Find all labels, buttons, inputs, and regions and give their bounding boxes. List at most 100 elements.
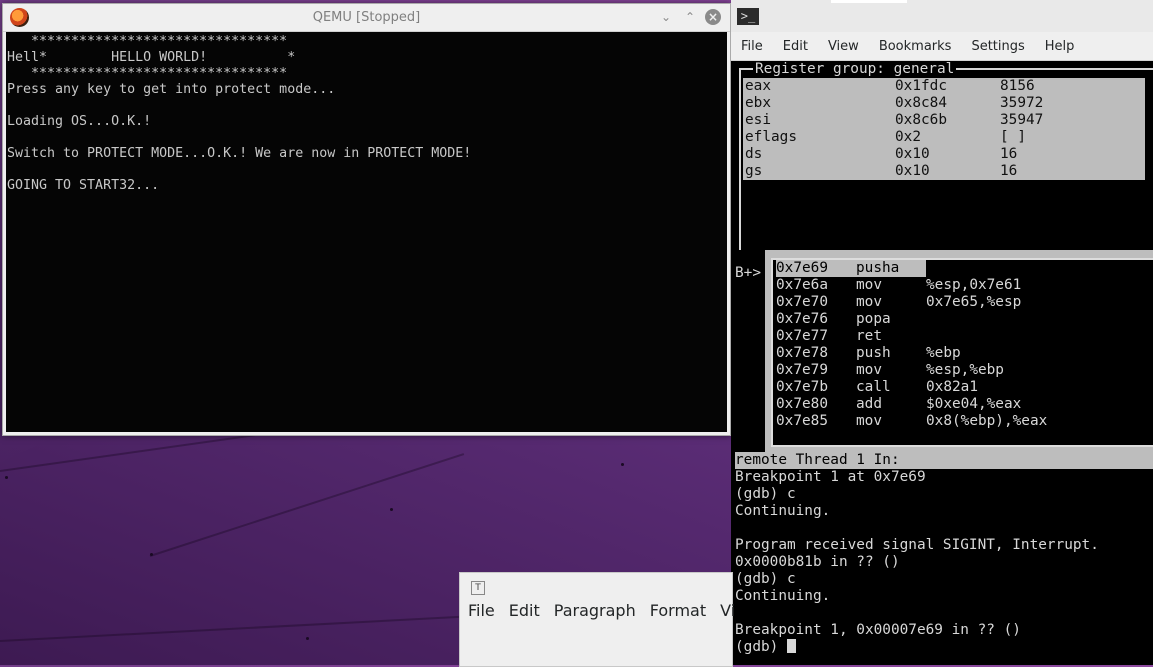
- register-name: gs: [745, 163, 763, 179]
- register-row: ds 0x10 16: [743, 146, 1145, 163]
- menu-file[interactable]: File: [731, 39, 773, 54]
- register-hex: 0x2: [895, 129, 921, 145]
- text-cursor: [786, 639, 796, 653]
- register-name: eflags: [745, 129, 797, 145]
- console-line: Program received signal SIGINT, Interrup…: [735, 537, 1099, 553]
- menu-bookmarks[interactable]: Bookmarks: [869, 39, 962, 54]
- editor-menu-file[interactable]: File: [468, 601, 509, 620]
- asm-opcode: mov: [856, 362, 882, 378]
- maximize-icon[interactable]: ⌃: [682, 9, 698, 25]
- asm-row: 0x7e85 mov 0x8(%ebp),%eax: [773, 413, 1153, 430]
- menu-edit[interactable]: Edit: [773, 39, 818, 54]
- asm-opcode: mov: [856, 413, 882, 429]
- vm-console-text: ******************************** Hell* H…: [7, 34, 472, 193]
- asm-operands: 0x82a1: [926, 379, 978, 395]
- close-icon[interactable]: ×: [705, 9, 721, 25]
- editor-titlebar[interactable]: T: [460, 573, 732, 601]
- menu-help[interactable]: Help: [1035, 39, 1085, 54]
- desktop-dot: [621, 463, 624, 466]
- terminal-tab-indicator: [831, 0, 907, 3]
- asm-address: 0x7e7b: [776, 379, 828, 395]
- asm-address: 0x7e76: [776, 311, 828, 327]
- asm-opcode: call: [856, 379, 891, 395]
- editor-menubar: File Edit Paragraph Format Vi: [460, 601, 735, 620]
- breakpoint-marker: B+>: [735, 265, 761, 281]
- status-line: remote Thread 1 In:: [735, 452, 1153, 469]
- console-line: 0x0000b81b in ?? (): [735, 554, 900, 570]
- asm-opcode: pusha: [856, 260, 900, 276]
- register-hex: 0x8c84: [895, 95, 947, 111]
- register-row: gs 0x10 16: [743, 163, 1145, 180]
- asm-operands: 0x8(%ebp),%eax: [926, 413, 1048, 429]
- minimize-icon[interactable]: ⌄: [658, 9, 674, 25]
- desktop-dot: [306, 637, 309, 640]
- asm-row: 0x7e6a mov %esp,0x7e61: [773, 277, 1153, 294]
- asm-operands: %esp,0x7e61: [926, 277, 1022, 293]
- editor-menu-view[interactable]: Vi: [720, 601, 749, 620]
- qemu-window[interactable]: QEMU [Stopped] ⌄ ⌃ × *******************…: [2, 3, 731, 436]
- editor-menu-paragraph[interactable]: Paragraph: [554, 601, 650, 620]
- console-line: (gdb) c: [735, 571, 796, 587]
- asm-row: 0x7e79 mov %esp,%ebp: [773, 362, 1153, 379]
- asm-row: 0x7e78 push %ebp: [773, 345, 1153, 362]
- register-row: ebx 0x8c84 35972: [743, 95, 1145, 112]
- desktop-line: [0, 615, 460, 642]
- menu-view[interactable]: View: [818, 39, 869, 54]
- terminal-menubar: File Edit View Bookmarks Settings Help: [731, 32, 1153, 61]
- editor-menu-format[interactable]: Format: [650, 601, 720, 620]
- register-row: eax 0x1fdc 8156: [743, 78, 1145, 95]
- asm-address: 0x7e6a: [776, 277, 828, 293]
- vm-display[interactable]: ******************************** Hell* H…: [6, 32, 727, 432]
- qemu-titlebar[interactable]: QEMU [Stopped] ⌄ ⌃ ×: [3, 4, 730, 32]
- asm-address: 0x7e70: [776, 294, 828, 310]
- register-dec: 16: [1000, 163, 1018, 179]
- register-dec: 8156: [1000, 78, 1035, 94]
- terminal-titlebar[interactable]: >_: [731, 0, 1153, 32]
- asm-opcode: push: [856, 345, 891, 361]
- asm-address: 0x7e78: [776, 345, 828, 361]
- register-dec: 35947: [1000, 112, 1044, 128]
- text-editor-icon: T: [471, 581, 485, 595]
- register-name: esi: [745, 112, 771, 128]
- asm-opcode: mov: [856, 294, 882, 310]
- terminal-window[interactable]: >_ File Edit View Bookmarks Settings Hel…: [731, 0, 1153, 665]
- console-line: Breakpoint 1 at 0x7e69: [735, 469, 926, 485]
- asm-operands: %ebp: [926, 345, 961, 361]
- text-editor-window[interactable]: T File Edit Paragraph Format Vi: [459, 572, 735, 667]
- asm-row: 0x7e76 popa: [773, 311, 1153, 328]
- terminal-icon: >_: [737, 8, 759, 25]
- console-line: (gdb) c: [735, 486, 796, 502]
- asm-operands: 0x7e65,%esp: [926, 294, 1022, 310]
- window-title: QEMU [Stopped]: [312, 10, 421, 25]
- editor-menu-edit[interactable]: Edit: [509, 601, 554, 620]
- asm-listing: 0x7e69 pusha 0x7e6a mov %esp,0x7e61 0x7e70 mov…: [771, 258, 1153, 447]
- asm-address: 0x7e80: [776, 396, 828, 412]
- register-row: esi 0x8c6b 35947: [743, 112, 1145, 129]
- asm-row-current: 0x7e69 pusha: [773, 260, 1153, 277]
- console-line: Breakpoint 1, 0x00007e69 in ?? (): [735, 622, 1021, 638]
- register-name: eax: [745, 78, 771, 94]
- asm-address: 0x7e69: [776, 260, 828, 276]
- console-line: Continuing.: [735, 503, 831, 519]
- register-dec: 35972: [1000, 95, 1044, 111]
- desktop-line: [149, 453, 465, 557]
- console-line: Continuing.: [735, 588, 831, 604]
- asm-operands: $0xe04,%eax: [926, 396, 1022, 412]
- menu-settings[interactable]: Settings: [961, 39, 1034, 54]
- asm-operands: %esp,%ebp: [926, 362, 1004, 378]
- asm-row: 0x7e80 add $0xe04,%eax: [773, 396, 1153, 413]
- asm-row: 0x7e7b call 0x82a1: [773, 379, 1153, 396]
- prompt-text: (gdb): [735, 639, 787, 655]
- asm-address: 0x7e79: [776, 362, 828, 378]
- register-hex: 0x1fdc: [895, 78, 947, 94]
- asm-opcode: add: [856, 396, 882, 412]
- asm-address: 0x7e77: [776, 328, 828, 344]
- gdb-prompt[interactable]: (gdb): [735, 639, 1099, 656]
- register-name: ds: [745, 146, 763, 162]
- gdb-console[interactable]: Breakpoint 1 at 0x7e69 (gdb) c Continuing.…: [735, 469, 1099, 656]
- register-row: eflags 0x2 [ ]: [743, 129, 1145, 146]
- asm-row: 0x7e70 mov 0x7e65,%esp: [773, 294, 1153, 311]
- register-table: eax 0x1fdc 8156 ebx 0x8c84 35972 esi 0x8c6b 3594…: [743, 78, 1145, 180]
